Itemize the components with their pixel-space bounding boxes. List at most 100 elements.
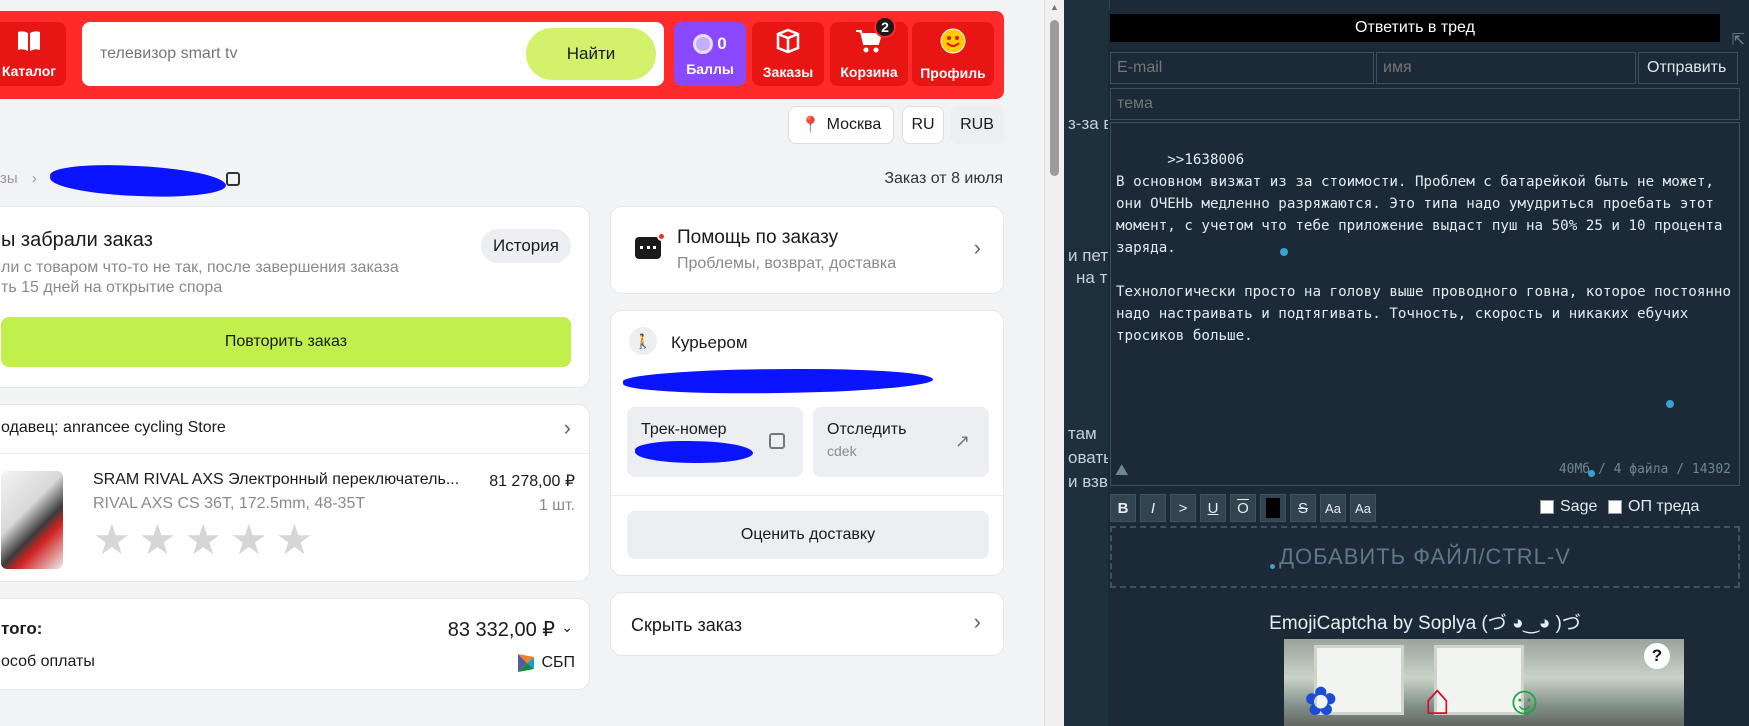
chat-alert-icon [635, 232, 666, 259]
message-textarea[interactable]: >>1638006 В основном визжат из за стоимо… [1110, 122, 1740, 486]
superscript-button[interactable]: Aa [1320, 494, 1346, 522]
breadcrumb-separator: › [31, 170, 37, 187]
profile-button[interactable]: Профиль [912, 22, 994, 86]
overline-button[interactable]: O [1230, 494, 1256, 522]
chevron-right-icon[interactable]: › [564, 415, 571, 441]
rating-star[interactable]: ★ [139, 519, 177, 561]
subject-input[interactable] [1110, 88, 1740, 120]
page-scrollbar[interactable]: ▲ [1044, 0, 1064, 726]
reply-form-title[interactable]: Ответить в тред [1110, 14, 1720, 42]
name-input[interactable] [1376, 52, 1636, 84]
chevron-right-icon: › [973, 235, 981, 260]
repeat-order-button[interactable]: Повторить заказ [1, 317, 571, 367]
hide-order-label: Скрыть заказ [631, 615, 743, 635]
history-button[interactable]: История [481, 229, 571, 263]
sage-checkbox[interactable]: Sage [1540, 498, 1597, 516]
captcha-help-button[interactable]: ? [1644, 643, 1670, 669]
copy-icon[interactable] [226, 172, 240, 186]
rating-star[interactable]: ★ [184, 519, 222, 561]
search-button[interactable]: Найти [526, 28, 656, 80]
captcha-emoji-icon: ☺ [1504, 679, 1545, 723]
captcha-image[interactable]: ✿ ⌂ ☺ ? [1284, 639, 1684, 726]
add-file-dropzone[interactable]: ДОБАВИТЬ ФАЙЛ/CTRL-V [1110, 526, 1740, 588]
book-icon [16, 29, 42, 59]
breadcrumb: зы › [0, 170, 37, 187]
seller-name[interactable]: одавец: anrancee cycling Store [1, 419, 226, 437]
thread-fragment: овать [1068, 448, 1113, 467]
product-title[interactable]: SRAM RIVAL AXS Электронный переключатель… [93, 471, 459, 489]
order-status-card: ы забрали заказ История ли с товаром что… [0, 206, 590, 388]
product-quantity: 1 шт. [538, 497, 575, 514]
subscript-button[interactable]: Aa [1350, 494, 1376, 522]
rate-delivery-button[interactable]: Оценить доставку [627, 511, 989, 559]
rating-stars: ★ ★ ★ ★ ★ [93, 519, 321, 561]
hide-order-card[interactable]: Скрыть заказ › [610, 592, 1004, 656]
captcha-emoji-icon: ⌂ [1424, 675, 1451, 724]
search-box: Найти [82, 22, 664, 86]
rating-star[interactable]: ★ [93, 519, 131, 561]
collapse-arrow-icon[interactable]: ⇱ [1732, 30, 1745, 50]
carrier-name: cdek [827, 443, 857, 459]
location-pin-icon: 📍 [800, 117, 821, 134]
currency-selector[interactable]: RUB [950, 106, 1004, 144]
redacted-track-number [635, 441, 753, 463]
email-input[interactable] [1110, 52, 1374, 84]
cart-label: Корзина [840, 64, 898, 80]
order-date: Заказ от 8 июля [884, 170, 1003, 187]
points-label: Баллы [686, 61, 734, 77]
rating-star[interactable]: ★ [276, 519, 314, 561]
thread-fragment: з-за в [1068, 114, 1113, 133]
op-checkbox[interactable]: ОП треда [1608, 498, 1699, 516]
product-image[interactable] [1, 471, 63, 569]
redacted-address [622, 366, 934, 396]
sage-label: Sage [1560, 498, 1598, 515]
shop-page: Каталог Найти 0 Баллы Заказы 2 Корзина [0, 0, 1044, 726]
spoiler-block-icon [1266, 498, 1280, 518]
bold-button[interactable]: B [1110, 494, 1136, 522]
message-text: >>1638006 В основном визжат из за стоимо… [1116, 152, 1731, 344]
help-card[interactable]: Помощь по заказу Проблемы, возврат, дост… [610, 206, 1004, 294]
scrollbar-thumb[interactable] [1050, 20, 1059, 176]
status-line-1: ли с товаром что-то не так, после заверш… [1, 259, 399, 276]
delivery-card: 🚶 Курьером Трек-номер Отследить cdek ↗ О… [610, 310, 1005, 576]
status-line-2: ть 15 дней на открытие спора [1, 279, 223, 296]
catalog-button[interactable]: Каталог [0, 22, 66, 86]
strike-button[interactable]: S [1290, 494, 1316, 522]
thread-fragment: там [1068, 424, 1097, 443]
site-header: Каталог Найти 0 Баллы Заказы 2 Корзина [0, 11, 1004, 99]
quote-button[interactable]: > [1170, 494, 1196, 522]
chevron-down-icon[interactable]: ⌄ [561, 619, 573, 636]
send-button[interactable]: Отправить [1638, 52, 1738, 84]
copy-icon[interactable] [769, 433, 785, 449]
points-count: 0 [717, 34, 727, 53]
city-name: Москва [826, 116, 882, 133]
cart-badge: 2 [874, 16, 896, 38]
payment-method: СБП [517, 653, 575, 673]
orders-button[interactable]: Заказы [752, 22, 824, 86]
payment-label: особ оплаты [1, 653, 95, 670]
rating-star[interactable]: ★ [230, 519, 268, 561]
sage-checkbox-box[interactable] [1540, 500, 1554, 514]
external-link-icon: ↗ [955, 431, 971, 451]
help-subtitle: Проблемы, возврат, доставка [677, 255, 897, 272]
city-selector[interactable]: 📍 Москва [788, 106, 894, 144]
points-button[interactable]: 0 Баллы [674, 22, 746, 86]
search-input[interactable] [100, 40, 520, 68]
sbp-logo-icon [518, 654, 535, 672]
italic-button[interactable]: I [1140, 494, 1166, 522]
op-checkbox-box[interactable] [1608, 500, 1622, 514]
smiley-icon [939, 27, 967, 61]
breadcrumb-prev[interactable]: зы [0, 170, 18, 187]
box-icon [774, 28, 802, 60]
delivery-method: Курьером [671, 333, 748, 352]
language-selector[interactable]: RU [902, 106, 944, 144]
scroll-up-arrow-icon[interactable]: ▲ [1050, 2, 1059, 12]
forum-panel: з-за в и пет на т там овать и взв Ответи… [1064, 0, 1749, 726]
thread-fragment: и пет [1068, 246, 1109, 265]
cart-button[interactable]: 2 Корзина [830, 16, 908, 86]
captcha-emoji-icon: ✿ [1304, 680, 1338, 724]
op-label: ОП треда [1628, 498, 1700, 515]
mountain-icon: ⛰ [1115, 460, 1129, 479]
spoiler-button[interactable] [1260, 494, 1286, 522]
underline-button[interactable]: U [1200, 494, 1226, 522]
